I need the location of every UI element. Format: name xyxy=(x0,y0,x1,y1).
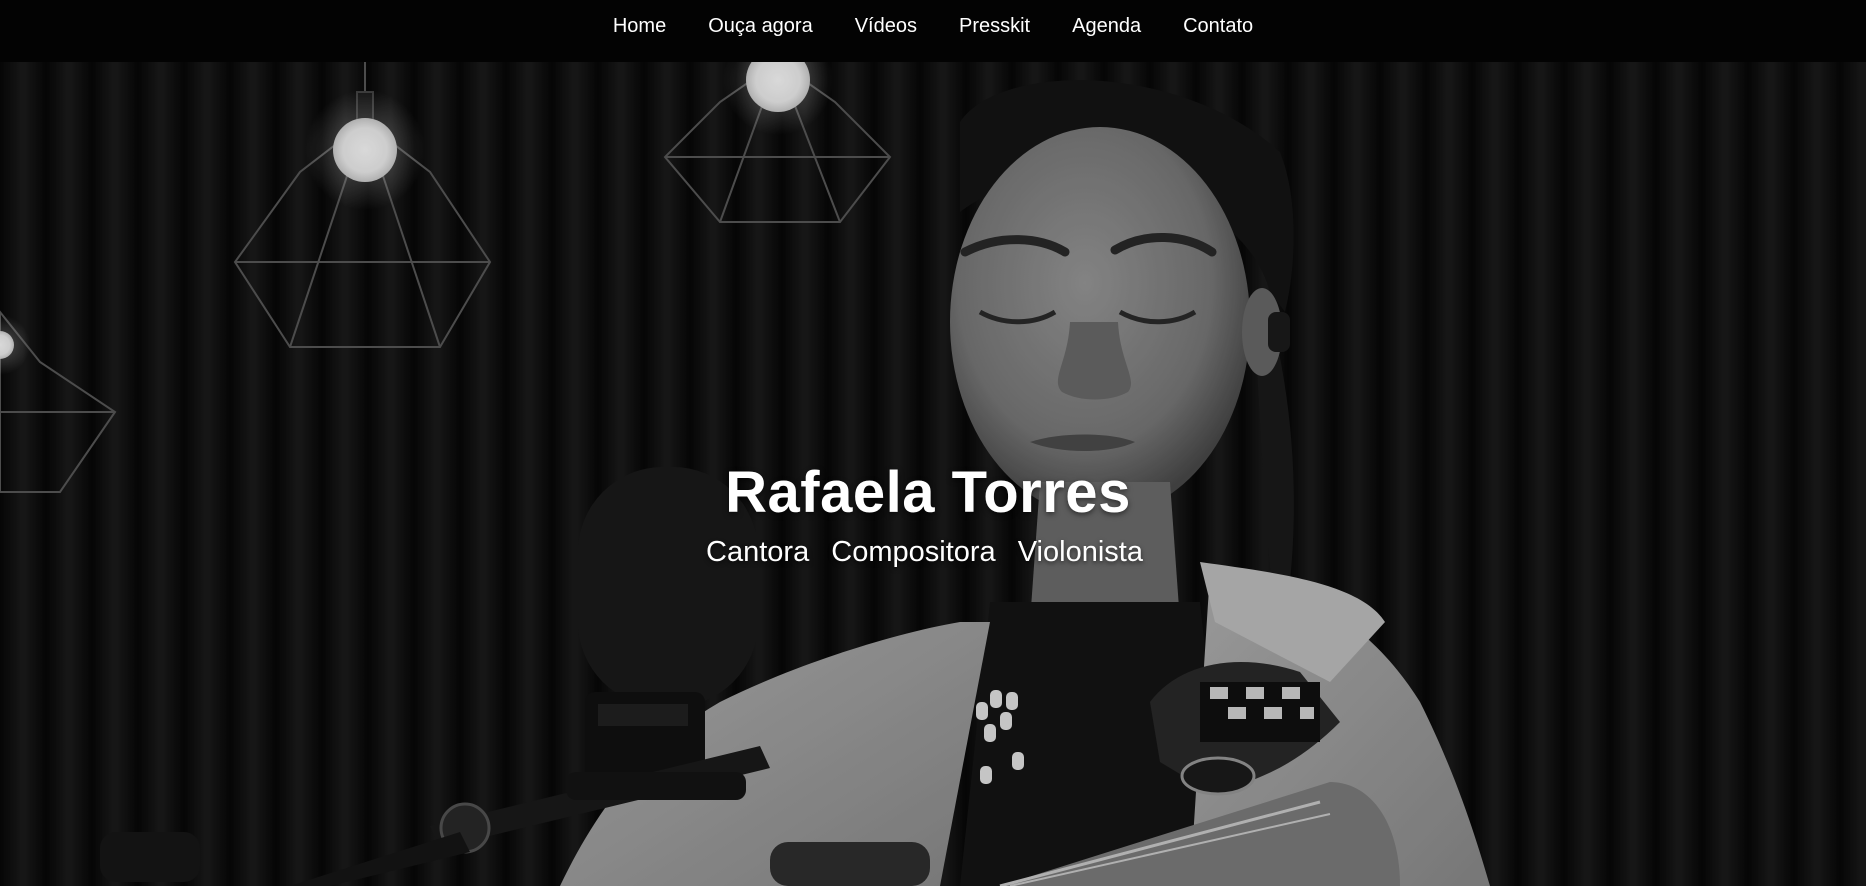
hero-banner: Rafaela Torres Cantora Compositora Violo… xyxy=(0,62,1866,886)
top-navigation-bar: Home Ouça agora Vídeos Presskit Agenda C… xyxy=(0,0,1866,62)
nav-agenda-link[interactable]: Agenda xyxy=(1051,0,1162,52)
nav-home-link[interactable]: Home xyxy=(592,0,687,52)
hero-background-photo xyxy=(0,62,1866,886)
main-menu: Home Ouça agora Vídeos Presskit Agenda C… xyxy=(0,0,1866,52)
nav-listen-now-link[interactable]: Ouça agora xyxy=(687,0,834,52)
nav-presskit-link[interactable]: Presskit xyxy=(938,0,1051,52)
nav-videos-link[interactable]: Vídeos xyxy=(834,0,938,52)
nav-contact-link[interactable]: Contato xyxy=(1162,0,1274,52)
